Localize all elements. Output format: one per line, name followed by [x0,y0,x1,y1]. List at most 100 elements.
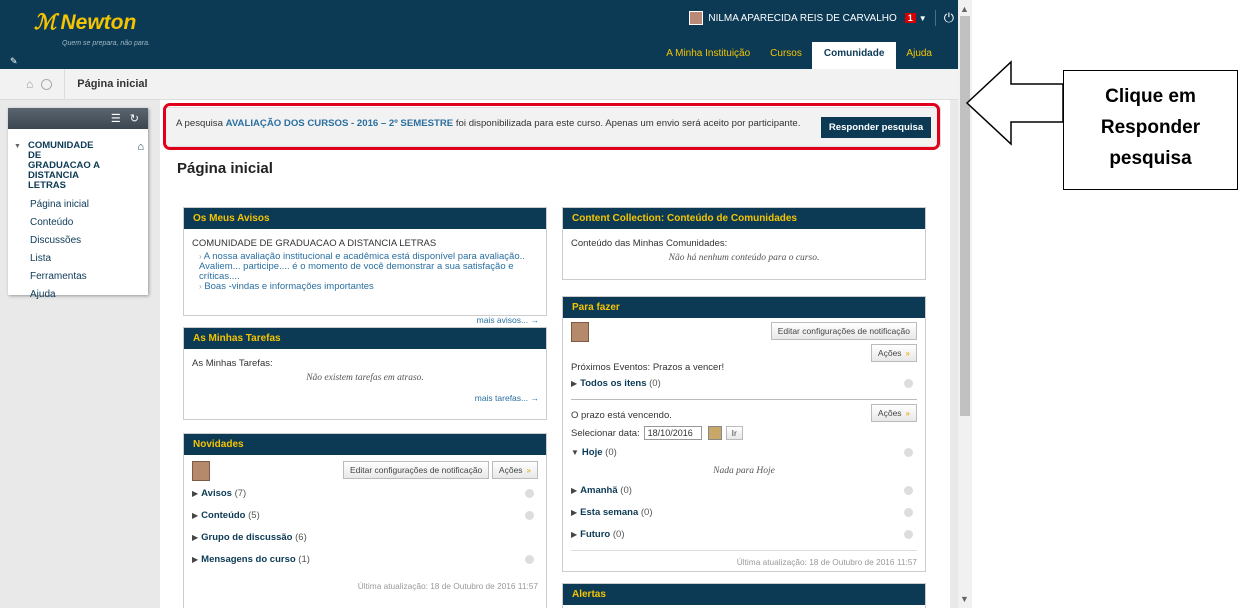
hoje-row[interactable]: ▼ Hoje (0) [571,442,917,464]
circle-icon[interactable] [904,486,913,495]
aviso-link-2[interactable]: Boas -vindas e informações importantes [204,281,374,292]
aviso-link-1[interactable]: A nossa avaliação institucional e acadêm… [199,251,525,282]
date-label: Selecionar data: [571,427,640,439]
module-content-collection: Content Collection: Conteúdo de Comunida… [562,207,926,280]
breadcrumb-menu-icon[interactable] [41,78,53,90]
novidades-row-conteudo[interactable]: ▶ Conteúdo (5) [192,505,538,527]
last-updated: Última atualização: 18 de Outubro de 201… [357,581,538,591]
instruction-callout: Clique em Responder pesquisa [1063,70,1238,190]
mais-avisos-link[interactable]: mais avisos... → [477,315,539,325]
sidebar-item-lista[interactable]: Lista [8,250,148,268]
amanha-row[interactable]: ▶ Amanhã (0) [571,480,917,502]
newton-logo[interactable]: ℳ Newton [34,10,136,35]
acoes-button[interactable]: Ações» [870,344,917,362]
tarefas-empty: Não existem tarefas em atraso. [306,373,424,383]
module-title[interactable]: Alertas [563,584,925,605]
edit-pencil-icon[interactable]: ✎ [10,56,18,67]
sidebar-item-conteudo[interactable]: Conteúdo [8,214,148,232]
bullet-icon: › [199,252,202,261]
novidades-row-grupo-discussao[interactable]: ▶ Grupo de discussão (6) [192,527,538,549]
circle-icon[interactable] [904,448,913,457]
hoje-empty: Nada para Hoje [713,466,775,476]
novidades-row-mensagens[interactable]: ▶ Mensagens do curso (1) [192,549,538,571]
sidebar-item-ferramentas[interactable]: Ferramentas [8,268,148,286]
tab-minha-instituicao[interactable]: A Minha Instituição [656,42,760,69]
divider [571,399,917,400]
module-body: As Minhas Tarefas: Não existem tarefas e… [184,349,546,403]
edit-notification-settings-button[interactable]: Editar configurações de notificação [770,322,917,340]
brand-name: Newton [60,11,137,34]
date-input[interactable]: 18/10/2016 [643,426,702,440]
edit-notification-settings-button[interactable]: Editar configurações de notificação [342,461,490,479]
menu-toggle-icon[interactable]: ☰ [111,112,121,125]
module-novidades: Novidades Editar configurações de notifi… [183,433,547,608]
module-title[interactable]: As Minhas Tarefas [184,328,546,349]
power-icon[interactable]: ⏻ [934,10,954,26]
expand-triangle-icon: ▶ [571,486,578,495]
chevron-down-icon[interactable]: ▼ [919,14,927,23]
mais-tarefas-link[interactable]: mais tarefas... → [475,393,539,403]
top-header: ℳ Newton Quem se prepara, não para. ✎ NIL… [0,0,958,75]
last-updated: Última atualização: 18 de Outubro de 201… [736,557,917,567]
circle-icon[interactable] [904,379,913,388]
scroll-up-icon[interactable]: ▲ [960,4,969,14]
page-title: Página inicial [177,160,273,177]
circle-icon[interactable] [904,508,913,517]
module-title[interactable]: Content Collection: Conteúdo de Comunida… [563,208,925,229]
scroll-down-icon[interactable]: ▼ [960,594,969,604]
module-para-fazer: Para fazer Editar configurações de notif… [562,296,926,572]
sidebar-item-pagina-inicial[interactable]: Página inicial [8,196,148,214]
expand-triangle-icon: ▶ [192,489,199,498]
due-label: O prazo está vencendo. [571,410,672,421]
acoes-button[interactable]: Ações» [870,404,917,422]
circle-icon[interactable] [525,489,534,498]
module-alertas: Alertas [562,583,926,608]
lms-app: ℳ Newton Quem se prepara, não para. ✎ NIL… [0,0,958,608]
novidades-row-avisos[interactable]: ▶ Avisos (7) [192,483,538,505]
circle-icon[interactable] [525,511,534,520]
collapse-triangle-icon: ▼ [571,448,579,457]
futuro-row[interactable]: ▶ Futuro (0) [571,524,917,546]
todos-os-itens-row[interactable]: ▶ Todos os itens (0) [571,373,917,395]
sidebar-item-ajuda[interactable]: Ajuda [8,286,148,304]
ir-button[interactable]: Ir [725,426,743,440]
course-home-icon[interactable]: ⌂ [137,141,144,153]
module-title[interactable]: Para fazer [563,297,925,318]
sidebar-item-discussoes[interactable]: Discussões [8,232,148,250]
expand-triangle-icon: ▶ [192,511,199,520]
esta-semana-row[interactable]: ▶ Esta semana (0) [571,502,917,524]
avisos-course-name: COMUNIDADE DE GRADUACAO A DISTANCIA LETR… [192,238,437,249]
tab-comunidade[interactable]: Comunidade [811,42,897,75]
main-content: A pesquisa AVALIAÇÃO DOS CURSOS - 2016 –… [160,100,950,608]
highlight-box [163,103,940,150]
acoes-button[interactable]: Ações» [491,461,538,479]
user-name[interactable]: NILMA APARECIDA REIS DE CARVALHO [708,13,896,24]
module-title[interactable]: Novidades [184,434,546,455]
tab-cursos[interactable]: Cursos [760,42,812,69]
course-name[interactable]: COMUNIDADE DE GRADUACAO A DISTANCIA LETR… [28,141,106,191]
user-avatar[interactable] [689,11,704,25]
notification-badge[interactable]: 1 [904,13,916,23]
module-body: Editar configurações de notificação Açõe… [563,318,925,573]
module-minhas-tarefas: As Minhas Tarefas As Minhas Tarefas: Não… [183,327,547,420]
collapse-triangle-icon[interactable]: ▼ [14,143,21,150]
circle-icon[interactable] [525,555,534,564]
sidebar-toolbar: ☰ ↻ [8,108,148,129]
list-item: › Boas -vindas e informações importantes [192,282,538,292]
calendar-icon[interactable] [707,426,722,440]
home-icon[interactable]: ⌂ [26,77,33,91]
callout-line-1: Clique em [1105,86,1196,107]
refresh-icon[interactable]: ↻ [130,112,139,125]
avatar [192,461,210,481]
avatar [571,322,589,342]
course-header: ▼ COMUNIDADE DE GRADUACAO A DISTANCIA LE… [14,141,148,191]
user-bar: NILMA APARECIDA REIS DE CARVALHO 1 ▼ ⏻ [689,9,954,27]
module-body: COMUNIDADE DE GRADUACAO A DISTANCIA LETR… [184,229,546,325]
expand-triangle-icon: ▶ [571,379,578,388]
bullet-icon: › [199,282,202,291]
tab-ajuda[interactable]: Ajuda [896,42,942,69]
callout-text: Clique em Responder pesquisa [1064,81,1237,174]
module-title[interactable]: Os Meus Avisos [184,208,546,229]
circle-icon[interactable] [904,530,913,539]
module-meus-avisos: Os Meus Avisos COMUNIDADE DE GRADUACAO A… [183,207,547,325]
